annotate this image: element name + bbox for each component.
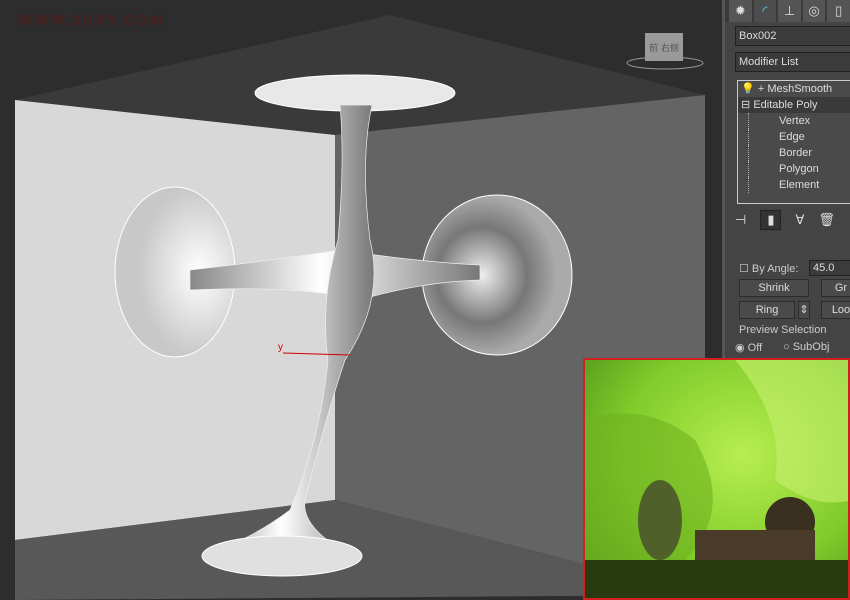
by-angle-checkbox[interactable]: ☐ By Angle: [739,262,798,275]
create-tab-sun-icon[interactable]: ✹ [729,0,752,22]
reference-photo-image [585,360,848,598]
modifier-list-dropdown[interactable]: Modifier List [735,52,850,72]
hierarchy-tab-icon[interactable]: ⊥ [778,0,801,22]
preview-subobj-radio[interactable]: ○ SubObj [783,341,829,353]
axis-y-label: y [278,342,283,353]
make-unique-icon[interactable]: ∀ [795,212,804,228]
preview-off-radio[interactable]: ◉ Off [735,341,762,354]
object-name-field[interactable]: Box002 [735,26,850,46]
show-end-result-icon[interactable]: ▮ [760,210,782,230]
shrink-button[interactable]: Shrink [739,279,809,297]
stack-item-border[interactable]: Border [748,145,850,161]
grow-button[interactable]: Gr [821,279,850,297]
display-tab-icon[interactable]: ▯ [827,0,850,22]
viewcube-label: 前 右侧 [649,42,679,54]
stack-item-element[interactable]: Element [748,177,850,193]
stack-item-vertex[interactable]: Vertex [748,113,850,129]
modifier-stack[interactable]: 💡 + MeshSmooth ⊟ Editable Poly Vertex Ed… [737,80,850,204]
ring-spinner[interactable]: ⇕ [798,301,810,319]
bottom-disc [201,535,363,577]
ring-button[interactable]: Ring [739,301,795,319]
reference-photo [583,358,850,600]
stack-item-edge[interactable]: Edge [748,129,850,145]
motion-tab-icon[interactable]: ◎ [802,0,826,22]
stack-item-meshsmooth[interactable]: 💡 + MeshSmooth [738,81,850,97]
preview-selection-label: Preview Selection [739,324,827,336]
watermark: WWW.3DXY.COM [18,12,165,29]
modify-tab-icon[interactable]: ◜ [753,0,777,22]
stack-item-editable-poly[interactable]: ⊟ Editable Poly [738,97,850,113]
remove-modifier-icon[interactable]: 🗑 [818,212,835,228]
pin-stack-icon[interactable]: ⊣ [735,212,746,228]
loop-button[interactable]: Loo [821,301,850,319]
by-angle-value[interactable]: 45.0 [809,260,850,276]
stack-item-polygon[interactable]: Polygon [748,161,850,177]
